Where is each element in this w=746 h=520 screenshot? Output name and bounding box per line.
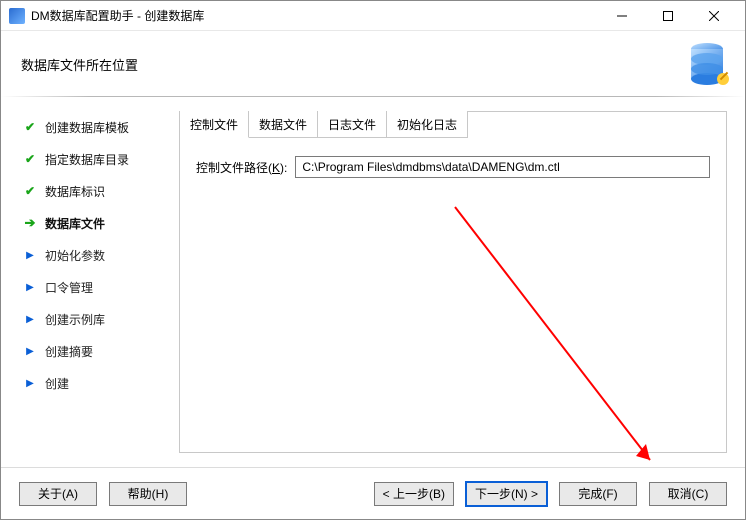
wizard-step-4[interactable]: ▶ 初始化参数 [23,239,175,271]
wizard-step-6[interactable]: ▶ 创建示例库 [23,303,175,335]
arrow-current-icon: ➔ [23,215,37,231]
wizard-step-3[interactable]: ➔ 数据库文件 [23,207,175,239]
wizard-step-label: 创建 [45,375,69,392]
wizard-step-7[interactable]: ▶ 创建摘要 [23,335,175,367]
header-divider [1,96,745,97]
wizard-step-label: 创建数据库模板 [45,119,129,136]
triangle-pending-icon: ▶ [23,314,37,325]
triangle-pending-icon: ▶ [23,282,37,293]
triangle-pending-icon: ▶ [23,378,37,389]
database-graphic-icon [675,35,735,93]
wizard-step-2[interactable]: ✔ 数据库标识 [23,175,175,207]
minimize-button[interactable] [599,1,645,31]
wizard-step-label: 初始化参数 [45,247,105,264]
page-subtitle: 数据库文件所在位置 [21,55,138,74]
control-file-path-input[interactable] [295,156,710,178]
wizard-step-0[interactable]: ✔ 创建数据库模板 [23,111,175,143]
tab-0[interactable]: 控制文件 [180,111,249,138]
tab-1[interactable]: 数据文件 [249,111,318,138]
wizard-step-label: 创建摘要 [45,343,93,360]
back-button[interactable]: < 上一步(B) [374,482,454,506]
check-icon: ✔ [23,184,37,198]
tab-2[interactable]: 日志文件 [318,111,387,138]
wizard-step-1[interactable]: ✔ 指定数据库目录 [23,143,175,175]
title-bar: DM数据库配置助手 - 创建数据库 [1,1,745,31]
close-button[interactable] [691,1,737,31]
page-header: 数据库文件所在位置 [1,31,745,97]
wizard-step-label: 创建示例库 [45,311,105,328]
tab-3[interactable]: 初始化日志 [387,111,468,138]
wizard-step-label: 数据库标识 [45,183,105,200]
check-icon: ✔ [23,152,37,166]
wizard-footer: 关于(A) 帮助(H) < 上一步(B) 下一步(N) > 完成(F) 取消(C… [1,467,745,519]
tab-content-control-file: 控制文件路径(K): [180,138,726,196]
wizard-steps-sidebar: ✔创建数据库模板✔指定数据库目录✔数据库标识➔数据库文件▶初始化参数▶口令管理▶… [1,97,175,467]
app-icon [9,8,25,24]
annotation-arrow [450,202,690,482]
next-button[interactable]: 下一步(N) > [466,482,547,506]
control-file-path-label: 控制文件路径(K): [196,159,287,176]
finish-button[interactable]: 完成(F) [559,482,637,506]
wizard-step-label: 指定数据库目录 [45,151,129,168]
tab-bar: 控制文件数据文件日志文件初始化日志 [180,112,726,138]
triangle-pending-icon: ▶ [23,250,37,261]
cancel-button[interactable]: 取消(C) [649,482,727,506]
window-title: DM数据库配置助手 - 创建数据库 [31,7,599,24]
wizard-step-label: 数据库文件 [45,215,105,232]
check-icon: ✔ [23,120,37,134]
content-panel: 控制文件数据文件日志文件初始化日志 控制文件路径(K): [179,111,727,453]
wizard-step-label: 口令管理 [45,279,93,296]
about-button[interactable]: 关于(A) [19,482,97,506]
wizard-step-5[interactable]: ▶ 口令管理 [23,271,175,303]
triangle-pending-icon: ▶ [23,346,37,357]
wizard-step-8[interactable]: ▶ 创建 [23,367,175,399]
help-button[interactable]: 帮助(H) [109,482,187,506]
maximize-button[interactable] [645,1,691,31]
